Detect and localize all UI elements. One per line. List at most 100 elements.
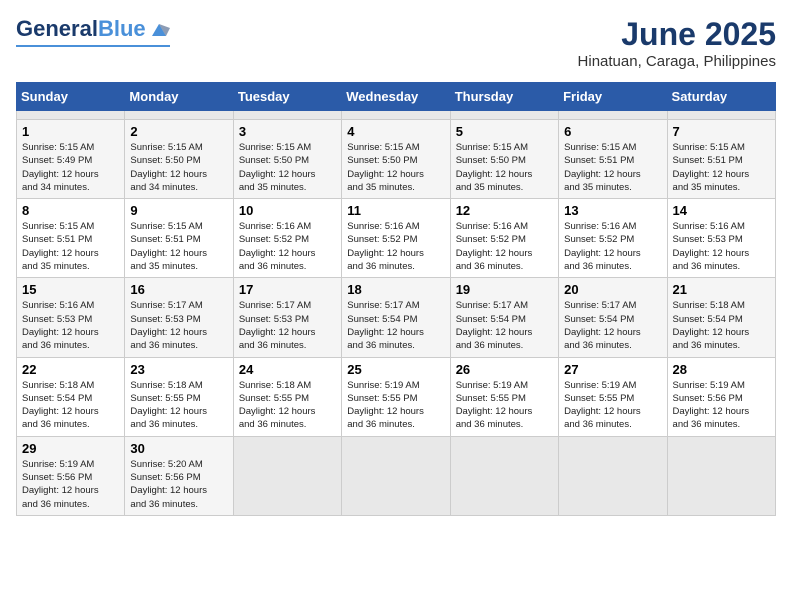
weekday-header-monday: Monday (125, 83, 233, 111)
calendar-cell (667, 436, 775, 515)
weekday-header-wednesday: Wednesday (342, 83, 450, 111)
day-info: Sunrise: 5:18 AM Sunset: 5:54 PM Dayligh… (22, 379, 119, 432)
day-number: 5 (456, 124, 553, 139)
calendar-cell: 12 Sunrise: 5:16 AM Sunset: 5:52 PM Dayli… (450, 199, 558, 278)
calendar-week-2: 1 Sunrise: 5:15 AM Sunset: 5:49 PM Daylig… (17, 120, 776, 199)
calendar-cell (233, 111, 341, 120)
day-number: 25 (347, 362, 444, 377)
calendar-cell: 3Sunrise: 5:15 AM Sunset: 5:50 PM Daylig… (233, 120, 341, 199)
day-number: 14 (673, 203, 770, 218)
calendar-cell: 16 Sunrise: 5:17 AM Sunset: 5:53 PM Dayli… (125, 278, 233, 357)
weekday-header-saturday: Saturday (667, 83, 775, 111)
weekday-header-sunday: Sunday (17, 83, 125, 111)
day-info: Sunrise: 5:20 AM Sunset: 5:56 PM Dayligh… (130, 458, 227, 511)
calendar-cell: 14Sunrise: 5:16 AM Sunset: 5:53 PM Dayli… (667, 199, 775, 278)
page-title: June 2025 (578, 16, 776, 53)
day-info: Sunrise: 5:15 AM Sunset: 5:51 PM Dayligh… (564, 141, 661, 194)
calendar-cell: 29 Sunrise: 5:19 AM Sunset: 5:56 PM Dayli… (17, 436, 125, 515)
calendar-cell: 7 Sunrise: 5:15 AM Sunset: 5:51 PM Daylig… (667, 120, 775, 199)
day-number: 21 (673, 282, 770, 297)
day-info: Sunrise: 5:19 AM Sunset: 5:55 PM Dayligh… (456, 379, 553, 432)
calendar-cell: 2 Sunrise: 5:15 AM Sunset: 5:50 PM Daylig… (125, 120, 233, 199)
day-info: Sunrise: 5:17 AM Sunset: 5:54 PM Dayligh… (347, 299, 444, 352)
calendar-cell: 13 Sunrise: 5:16 AM Sunset: 5:52 PM Dayli… (559, 199, 667, 278)
day-info: Sunrise: 5:16 AM Sunset: 5:53 PM Dayligh… (22, 299, 119, 352)
weekday-header-tuesday: Tuesday (233, 83, 341, 111)
calendar-week-4: 15 Sunrise: 5:16 AM Sunset: 5:53 PM Dayli… (17, 278, 776, 357)
day-number: 4 (347, 124, 444, 139)
day-info: Sunrise: 5:16 AM Sunset: 5:52 PM Dayligh… (564, 220, 661, 273)
calendar-cell (233, 436, 341, 515)
calendar-cell (17, 111, 125, 120)
calendar-week-6: 29 Sunrise: 5:19 AM Sunset: 5:56 PM Dayli… (17, 436, 776, 515)
day-number: 24 (239, 362, 336, 377)
day-info: Sunrise: 5:15 AM Sunset: 5:51 PM Dayligh… (22, 220, 119, 273)
day-info: Sunrise: 5:15 AM Sunset: 5:50 PM Dayligh… (130, 141, 227, 194)
day-number: 15 (22, 282, 119, 297)
day-number: 16 (130, 282, 227, 297)
logo-general: General (16, 16, 98, 42)
day-number: 30 (130, 441, 227, 456)
day-info: Sunrise: 5:15 AM Sunset: 5:50 PM Dayligh… (456, 141, 553, 194)
day-number: 27 (564, 362, 661, 377)
calendar-cell: 22 Sunrise: 5:18 AM Sunset: 5:54 PM Dayli… (17, 357, 125, 436)
day-number: 7 (673, 124, 770, 139)
calendar-cell: 11Sunrise: 5:16 AM Sunset: 5:52 PM Dayli… (342, 199, 450, 278)
day-info: Sunrise: 5:15 AM Sunset: 5:51 PM Dayligh… (673, 141, 770, 194)
day-number: 23 (130, 362, 227, 377)
day-info: Sunrise: 5:15 AM Sunset: 5:51 PM Dayligh… (130, 220, 227, 273)
day-info: Sunrise: 5:17 AM Sunset: 5:53 PM Dayligh… (130, 299, 227, 352)
calendar-cell: 17 Sunrise: 5:17 AM Sunset: 5:53 PM Dayli… (233, 278, 341, 357)
day-info: Sunrise: 5:19 AM Sunset: 5:55 PM Dayligh… (347, 379, 444, 432)
day-number: 28 (673, 362, 770, 377)
day-info: Sunrise: 5:16 AM Sunset: 5:52 PM Dayligh… (239, 220, 336, 273)
day-number: 1 (22, 124, 119, 139)
calendar-cell (559, 436, 667, 515)
day-number: 2 (130, 124, 227, 139)
calendar-cell: 23Sunrise: 5:18 AM Sunset: 5:55 PM Dayli… (125, 357, 233, 436)
day-info: Sunrise: 5:16 AM Sunset: 5:52 PM Dayligh… (347, 220, 444, 273)
day-number: 6 (564, 124, 661, 139)
title-block: June 2025 Hinatuan, Caraga, Philippines (578, 16, 776, 70)
calendar-cell: 15 Sunrise: 5:16 AM Sunset: 5:53 PM Dayli… (17, 278, 125, 357)
day-info: Sunrise: 5:19 AM Sunset: 5:56 PM Dayligh… (673, 379, 770, 432)
calendar-cell: 1 Sunrise: 5:15 AM Sunset: 5:49 PM Daylig… (17, 120, 125, 199)
day-number: 9 (130, 203, 227, 218)
day-info: Sunrise: 5:15 AM Sunset: 5:49 PM Dayligh… (22, 141, 119, 194)
day-number: 3 (239, 124, 336, 139)
weekday-header-row: SundayMondayTuesdayWednesdayThursdayFrid… (17, 83, 776, 111)
calendar-cell: 8Sunrise: 5:15 AM Sunset: 5:51 PM Daylig… (17, 199, 125, 278)
day-info: Sunrise: 5:19 AM Sunset: 5:55 PM Dayligh… (564, 379, 661, 432)
day-number: 22 (22, 362, 119, 377)
calendar-cell: 27 Sunrise: 5:19 AM Sunset: 5:55 PM Dayli… (559, 357, 667, 436)
day-number: 13 (564, 203, 661, 218)
day-info: Sunrise: 5:17 AM Sunset: 5:53 PM Dayligh… (239, 299, 336, 352)
day-info: Sunrise: 5:18 AM Sunset: 5:55 PM Dayligh… (239, 379, 336, 432)
calendar-cell: 24 Sunrise: 5:18 AM Sunset: 5:55 PM Dayli… (233, 357, 341, 436)
calendar-cell: 28 Sunrise: 5:19 AM Sunset: 5:56 PM Dayli… (667, 357, 775, 436)
day-number: 18 (347, 282, 444, 297)
day-number: 12 (456, 203, 553, 218)
calendar-cell (450, 111, 558, 120)
day-number: 19 (456, 282, 553, 297)
calendar-cell (342, 436, 450, 515)
calendar-cell (667, 111, 775, 120)
calendar-cell: 4 Sunrise: 5:15 AM Sunset: 5:50 PM Daylig… (342, 120, 450, 199)
logo-icon (148, 18, 170, 40)
calendar-cell: 20Sunrise: 5:17 AM Sunset: 5:54 PM Dayli… (559, 278, 667, 357)
day-number: 29 (22, 441, 119, 456)
calendar-cell (450, 436, 558, 515)
day-info: Sunrise: 5:19 AM Sunset: 5:56 PM Dayligh… (22, 458, 119, 511)
day-info: Sunrise: 5:16 AM Sunset: 5:52 PM Dayligh… (456, 220, 553, 273)
calendar-cell (342, 111, 450, 120)
page-header: General Blue June 2025 Hinatuan, Caraga,… (16, 16, 776, 70)
day-info: Sunrise: 5:18 AM Sunset: 5:54 PM Dayligh… (673, 299, 770, 352)
day-number: 17 (239, 282, 336, 297)
weekday-header-thursday: Thursday (450, 83, 558, 111)
day-number: 10 (239, 203, 336, 218)
day-info: Sunrise: 5:15 AM Sunset: 5:50 PM Dayligh… (347, 141, 444, 194)
logo-blue: Blue (98, 16, 146, 42)
calendar-week-1 (17, 111, 776, 120)
calendar-cell: 5 Sunrise: 5:15 AM Sunset: 5:50 PM Daylig… (450, 120, 558, 199)
calendar-cell (559, 111, 667, 120)
